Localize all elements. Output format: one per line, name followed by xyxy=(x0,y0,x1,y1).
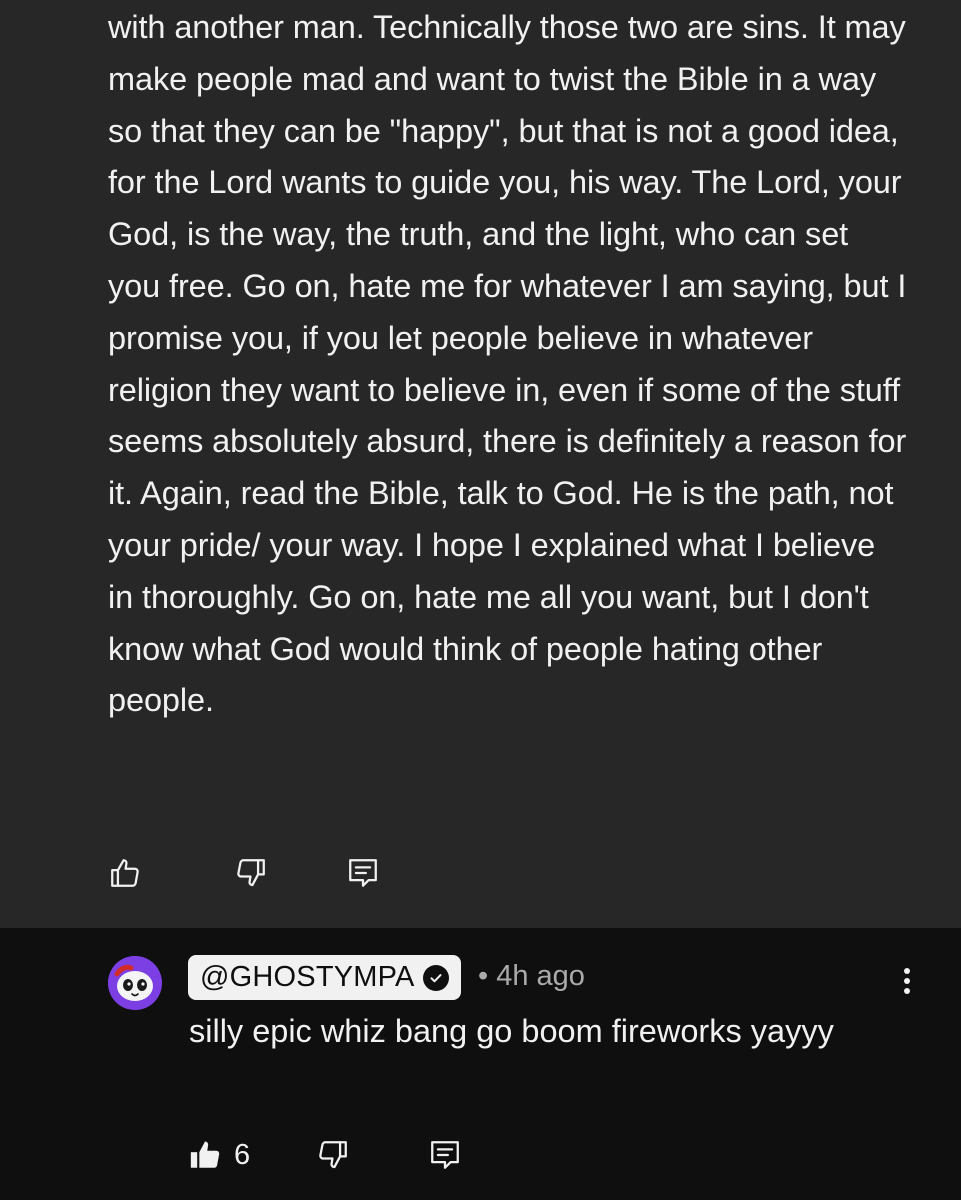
like-button[interactable] xyxy=(108,856,142,890)
thumbs-down-outline-icon xyxy=(316,1138,350,1172)
reply-comment-icon xyxy=(428,1138,462,1172)
reply-button[interactable] xyxy=(428,1138,462,1172)
verified-check-icon xyxy=(422,964,449,991)
reply-button[interactable] xyxy=(346,856,380,890)
highlighted-comment: with another man. Technically those two … xyxy=(0,0,961,928)
dislike-button[interactable] xyxy=(316,1138,350,1172)
reply-text: silly epic whiz bang go boom fireworks y… xyxy=(189,1013,834,1049)
more-vertical-icon xyxy=(893,965,921,1001)
author-handle[interactable]: @GHOSTYMPA xyxy=(188,955,461,1000)
dislike-button[interactable] xyxy=(234,856,268,890)
thumbs-down-outline-icon xyxy=(234,856,268,890)
comment-timestamp: • 4h ago xyxy=(478,960,585,992)
more-options-button[interactable] xyxy=(893,965,921,1001)
like-button[interactable]: 6 xyxy=(188,1138,250,1172)
avatar[interactable] xyxy=(108,956,162,1010)
comment-text: with another man. Technically those two … xyxy=(108,9,916,719)
like-count: 6 xyxy=(234,1138,251,1171)
thumbs-up-outline-icon xyxy=(108,856,142,890)
reply-comment-icon xyxy=(346,856,380,890)
author-handle-text: @GHOSTYMPA xyxy=(200,961,415,993)
thumbs-up-filled-icon xyxy=(188,1138,222,1172)
